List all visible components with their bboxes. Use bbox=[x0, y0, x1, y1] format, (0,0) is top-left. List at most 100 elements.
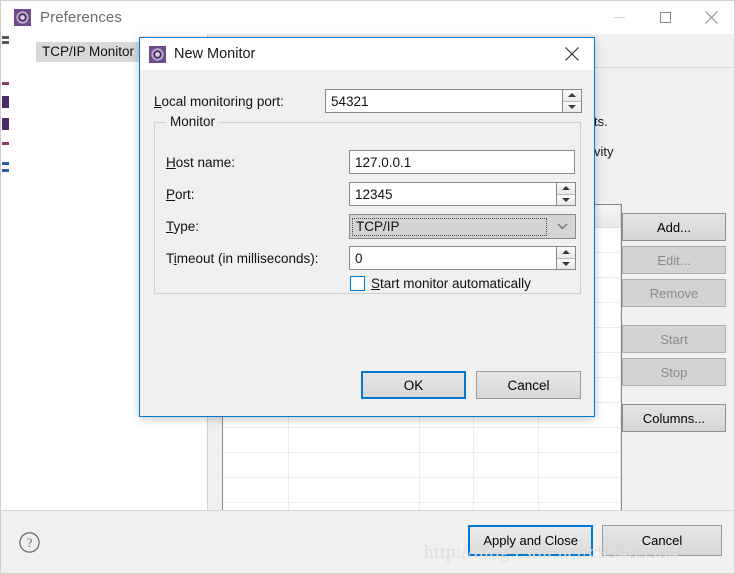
type-label-rest: ype: bbox=[173, 219, 200, 234]
table-cell bbox=[420, 503, 474, 510]
page-description-fragment-2: vity bbox=[594, 144, 614, 159]
local-monitoring-port-mnemonic: L bbox=[154, 94, 162, 109]
type-mnemonic: T bbox=[166, 219, 174, 234]
spinner-up-button[interactable] bbox=[557, 247, 575, 259]
arrow-down-icon bbox=[562, 261, 570, 266]
page-description-fragment-1: ts. bbox=[594, 114, 608, 129]
table-cell bbox=[539, 453, 621, 477]
cancel-button[interactable]: Cancel bbox=[602, 525, 722, 556]
table-row[interactable] bbox=[223, 503, 621, 510]
table-cell bbox=[474, 503, 540, 510]
host-name-label: Host name: bbox=[166, 155, 235, 170]
preferences-title: Preferences bbox=[40, 9, 122, 26]
local-monitoring-port-label: Local monitoring port: bbox=[154, 94, 284, 109]
eclipse-gear-icon bbox=[14, 9, 31, 26]
type-combobox-value: TCP/IP bbox=[352, 217, 547, 236]
timeout-input[interactable]: 0 bbox=[349, 246, 557, 270]
new-monitor-title: New Monitor bbox=[174, 46, 256, 62]
local-monitoring-port-label-rest: ocal monitoring port: bbox=[161, 94, 284, 109]
timeout-spinner[interactable] bbox=[557, 246, 576, 270]
window-controls bbox=[596, 1, 734, 33]
svg-text:?: ? bbox=[27, 536, 33, 550]
table-cell bbox=[474, 453, 540, 477]
columns-button[interactable]: Columns... bbox=[622, 404, 726, 432]
start-auto-label-rest: tart monitor automatically bbox=[380, 276, 531, 291]
table-cell bbox=[223, 428, 289, 452]
table-cell bbox=[289, 428, 421, 452]
table-cell bbox=[420, 478, 474, 502]
table-cell bbox=[474, 428, 540, 452]
close-icon[interactable] bbox=[688, 1, 734, 33]
arrow-up-icon bbox=[568, 93, 576, 98]
timeout-label-pre: T bbox=[166, 251, 174, 266]
spinner-up-button[interactable] bbox=[557, 183, 575, 195]
host-name-label-rest: ost name: bbox=[175, 155, 236, 170]
start-monitor-automatically-label: Start monitor automatically bbox=[371, 276, 531, 291]
new-monitor-titlebar: New Monitor bbox=[140, 38, 594, 70]
help-question-icon[interactable]: ? bbox=[19, 532, 40, 556]
port-label: Port: bbox=[166, 187, 195, 202]
remove-button: Remove bbox=[622, 279, 726, 307]
tree-node-icon bbox=[2, 96, 9, 108]
local-monitoring-port-spinner[interactable] bbox=[563, 89, 582, 113]
start-monitor-automatically-checkbox[interactable]: Start monitor automatically bbox=[350, 276, 531, 291]
table-cell bbox=[289, 503, 421, 510]
table-row[interactable] bbox=[223, 478, 621, 503]
host-name-mnemonic: H bbox=[166, 155, 176, 170]
arrow-up-icon bbox=[562, 250, 570, 255]
type-label: Type: bbox=[166, 219, 199, 234]
table-cell bbox=[223, 453, 289, 477]
dialog-cancel-button[interactable]: Cancel bbox=[476, 371, 581, 399]
edit-button: Edit... bbox=[622, 246, 726, 274]
apply-and-close-button[interactable]: Apply and Close bbox=[468, 525, 593, 556]
timeout-label: Timeout (in milliseconds): bbox=[166, 251, 319, 266]
table-cell bbox=[223, 503, 289, 510]
table-cell bbox=[420, 428, 474, 452]
new-monitor-dialog: New Monitor Local monitoring port: 54321… bbox=[139, 37, 595, 417]
arrow-down-icon bbox=[568, 104, 576, 109]
spinner-down-button[interactable] bbox=[563, 101, 581, 112]
add-button[interactable]: Add... bbox=[622, 213, 726, 241]
close-icon[interactable] bbox=[550, 38, 594, 69]
ok-button[interactable]: OK bbox=[361, 371, 466, 399]
table-cell bbox=[474, 478, 540, 502]
sidebar-item-label: TCP/IP Monitor bbox=[42, 44, 135, 59]
table-cell bbox=[223, 478, 289, 502]
port-spinner[interactable] bbox=[557, 182, 576, 206]
table-cell bbox=[539, 428, 621, 452]
spinner-up-button[interactable] bbox=[563, 90, 581, 102]
table-cell bbox=[420, 453, 474, 477]
table-cell bbox=[289, 453, 421, 477]
spinner-down-button[interactable] bbox=[557, 258, 575, 269]
table-row[interactable] bbox=[223, 453, 621, 478]
monitor-action-buttons: Add... Edit... Remove Start Stop Columns… bbox=[622, 213, 726, 437]
dialog-buttons: OK Cancel bbox=[361, 371, 581, 399]
chevron-down-icon[interactable] bbox=[549, 223, 575, 230]
type-combobox[interactable]: TCP/IP bbox=[349, 214, 576, 239]
arrow-up-icon bbox=[562, 186, 570, 191]
preferences-titlebar: Preferences bbox=[1, 1, 734, 34]
eclipse-gear-icon bbox=[149, 45, 166, 63]
minimize-icon[interactable] bbox=[596, 1, 642, 33]
monitor-group-label: Monitor bbox=[166, 114, 220, 129]
spinner-down-button[interactable] bbox=[557, 194, 575, 205]
checkbox-box[interactable] bbox=[350, 276, 365, 291]
sidebar-item-tcpip-monitor[interactable]: TCP/IP Monitor bbox=[36, 42, 141, 62]
tree-node-icon bbox=[2, 162, 9, 165]
start-auto-mnemonic: S bbox=[371, 276, 381, 291]
maximize-icon[interactable] bbox=[642, 1, 688, 33]
port-input[interactable]: 12345 bbox=[349, 182, 557, 206]
table-row[interactable] bbox=[223, 428, 621, 453]
start-button: Start bbox=[622, 325, 726, 353]
stop-button: Stop bbox=[622, 358, 726, 386]
host-name-input[interactable]: 127.0.0.1 bbox=[349, 150, 575, 174]
port-mnemonic: P bbox=[166, 187, 176, 202]
footer-buttons: Apply and Close Cancel bbox=[468, 525, 722, 556]
tree-node-icon bbox=[2, 118, 9, 130]
local-monitoring-port-input[interactable]: 54321 bbox=[325, 89, 563, 113]
port-label-rest: ort: bbox=[175, 187, 195, 202]
tree-node-icon bbox=[2, 41, 9, 44]
table-cell bbox=[539, 478, 621, 502]
tree-node-icon bbox=[2, 142, 9, 145]
new-monitor-body: Local monitoring port: 54321 Monitor Hos… bbox=[140, 70, 594, 416]
